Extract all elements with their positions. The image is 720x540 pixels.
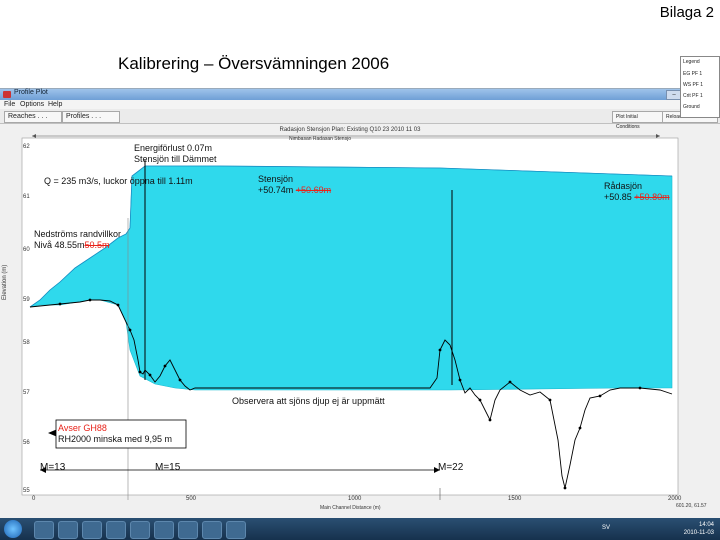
x-tick-500: 500 [186,496,197,502]
y-tick-58: 58 [23,340,30,346]
start-button-icon[interactable] [4,520,22,538]
energy-loss-label: Energiförlust 0.07m Stensjön till Dämmet [134,143,217,165]
stensjon-levels: +50.74m +50.69m [258,185,331,196]
folder-icon[interactable] [58,521,78,539]
hec-ras-icon[interactable] [202,521,222,539]
x-tick-0: 0 [32,496,36,502]
stensjon-old-level: +50.69m [295,185,332,195]
y-tick-61: 61 [23,194,30,200]
downstream-line-1: Nedströms randvillkor [34,229,122,239]
downstream-line-2: Nivå 48.55m50.5m [34,240,121,251]
downstream-old-level: 50.5m [84,240,110,250]
downstream-label: Nedströms randvillkor Nivå 48.55m50.5m [34,229,121,251]
app-icon-3[interactable] [154,521,174,539]
energy-loss-line-2: Stensjön till Dämmet [134,154,217,164]
datum-line-1: Avser GH88 [58,423,107,433]
radasjon-levels: +50.85 +50.80m [604,192,670,203]
app-icon-4[interactable] [226,521,246,539]
system-clock[interactable]: 14:04 2010-11-03 [684,521,714,537]
x-tick-1000: 1000 [348,496,362,502]
radasjon-label: Rådasjön +50.85 +50.80m [604,181,670,203]
taskbar: SV 14:04 2010-11-03 [0,518,720,540]
radasjon-name: Rådasjön [604,181,643,191]
stensjon-label: Stensjön +50.74m +50.69m [258,174,331,196]
x-tick-1500: 1500 [508,496,522,502]
m13-label: M=13 [40,462,66,473]
reach-arrow-left-icon [32,134,36,138]
plot-subtitle: Nimbasan Radasan Stensjo [289,136,351,142]
radasjon-old-level: +50.80m [634,192,670,202]
y-tick-59: 59 [23,297,30,303]
app-icon-1[interactable] [106,521,126,539]
y-tick-56: 56 [23,440,30,446]
stensjon-level: +50.74m [258,185,294,195]
flow-label: Q = 235 m3/s, luckor öppna till 1.11m [44,176,193,186]
y-tick-57: 57 [23,390,30,396]
m22-label: M=22 [438,462,464,473]
radasjon-level: +50.85 [604,192,632,202]
datum-line-2: RH2000 minska med 9,95 m [58,434,173,444]
clock-time: 14:04 [698,522,714,528]
observe-note: Observera att sjöns djup ej är uppmätt [232,396,385,406]
datum-note: Avser GH88 RH2000 minska med 9,95 m [58,423,172,445]
media-player-icon[interactable] [82,521,102,539]
stensjon-name: Stensjön [258,174,294,184]
energy-loss-line-1: Energiförlust 0.07m [134,143,213,153]
y-tick-62: 62 [23,144,30,150]
cursor-readout: 601.20, 61.57 [676,503,707,509]
excel-icon[interactable] [178,521,198,539]
ie-icon[interactable] [34,521,54,539]
m15-label: M=15 [155,462,181,473]
y-tick-55: 55 [23,488,30,494]
downstream-level: Nivå 48.55m [34,240,85,250]
app-icon-2[interactable] [130,521,150,539]
y-tick-60: 60 [23,247,30,253]
x-axis-label: Main Channel Distance (m) [320,505,381,511]
y-axis-label: Elevation (m) [2,264,8,300]
language-indicator[interactable]: SV [602,525,610,531]
plot-title: Radasjon Stensjon Plan: Existing Q10 23 … [280,127,422,133]
reach-arrow-right-icon [656,134,660,138]
clock-date: 2010-11-03 [683,530,714,536]
x-tick-2000: 2000 [668,496,682,502]
